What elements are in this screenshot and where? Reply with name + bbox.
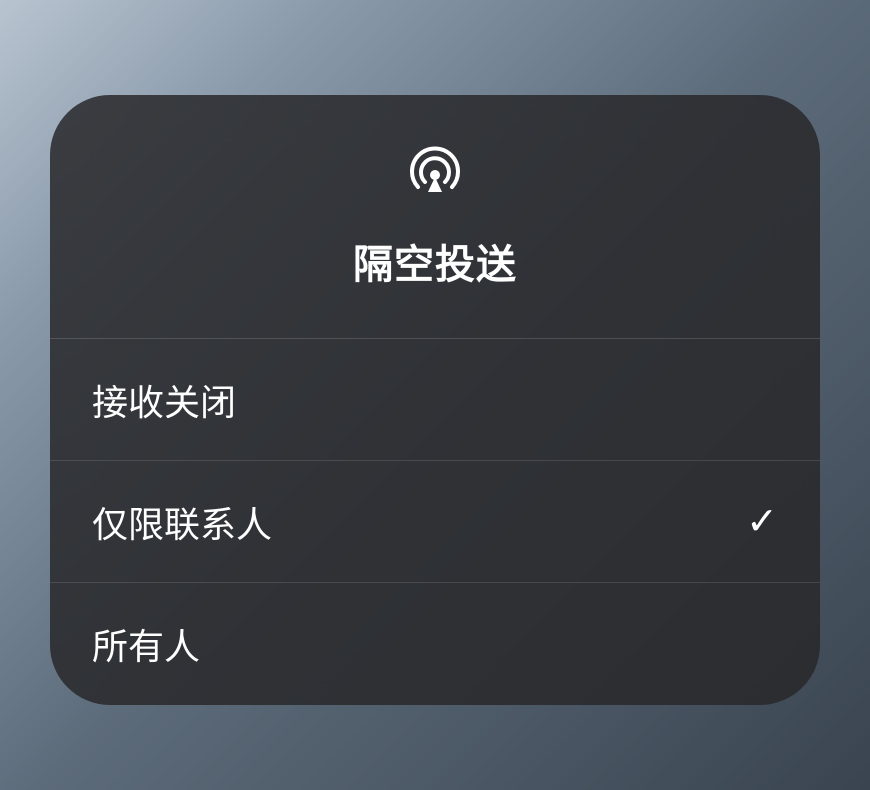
checkmark-icon: ✓ — [746, 499, 778, 544]
panel-title: 隔空投送 — [353, 232, 517, 290]
option-label: 接收关闭 — [92, 374, 236, 426]
airdrop-icon — [404, 140, 466, 202]
option-contacts-only[interactable]: 仅限联系人 ✓ — [50, 461, 820, 583]
option-label: 仅限联系人 — [92, 496, 272, 548]
airdrop-settings-panel: 隔空投送 接收关闭 ✓ 仅限联系人 ✓ 所有人 ✓ — [50, 95, 820, 705]
option-everyone[interactable]: 所有人 ✓ — [50, 583, 820, 705]
option-label: 所有人 — [92, 618, 200, 670]
panel-header: 隔空投送 — [50, 95, 820, 339]
option-receiving-off[interactable]: 接收关闭 ✓ — [50, 339, 820, 461]
